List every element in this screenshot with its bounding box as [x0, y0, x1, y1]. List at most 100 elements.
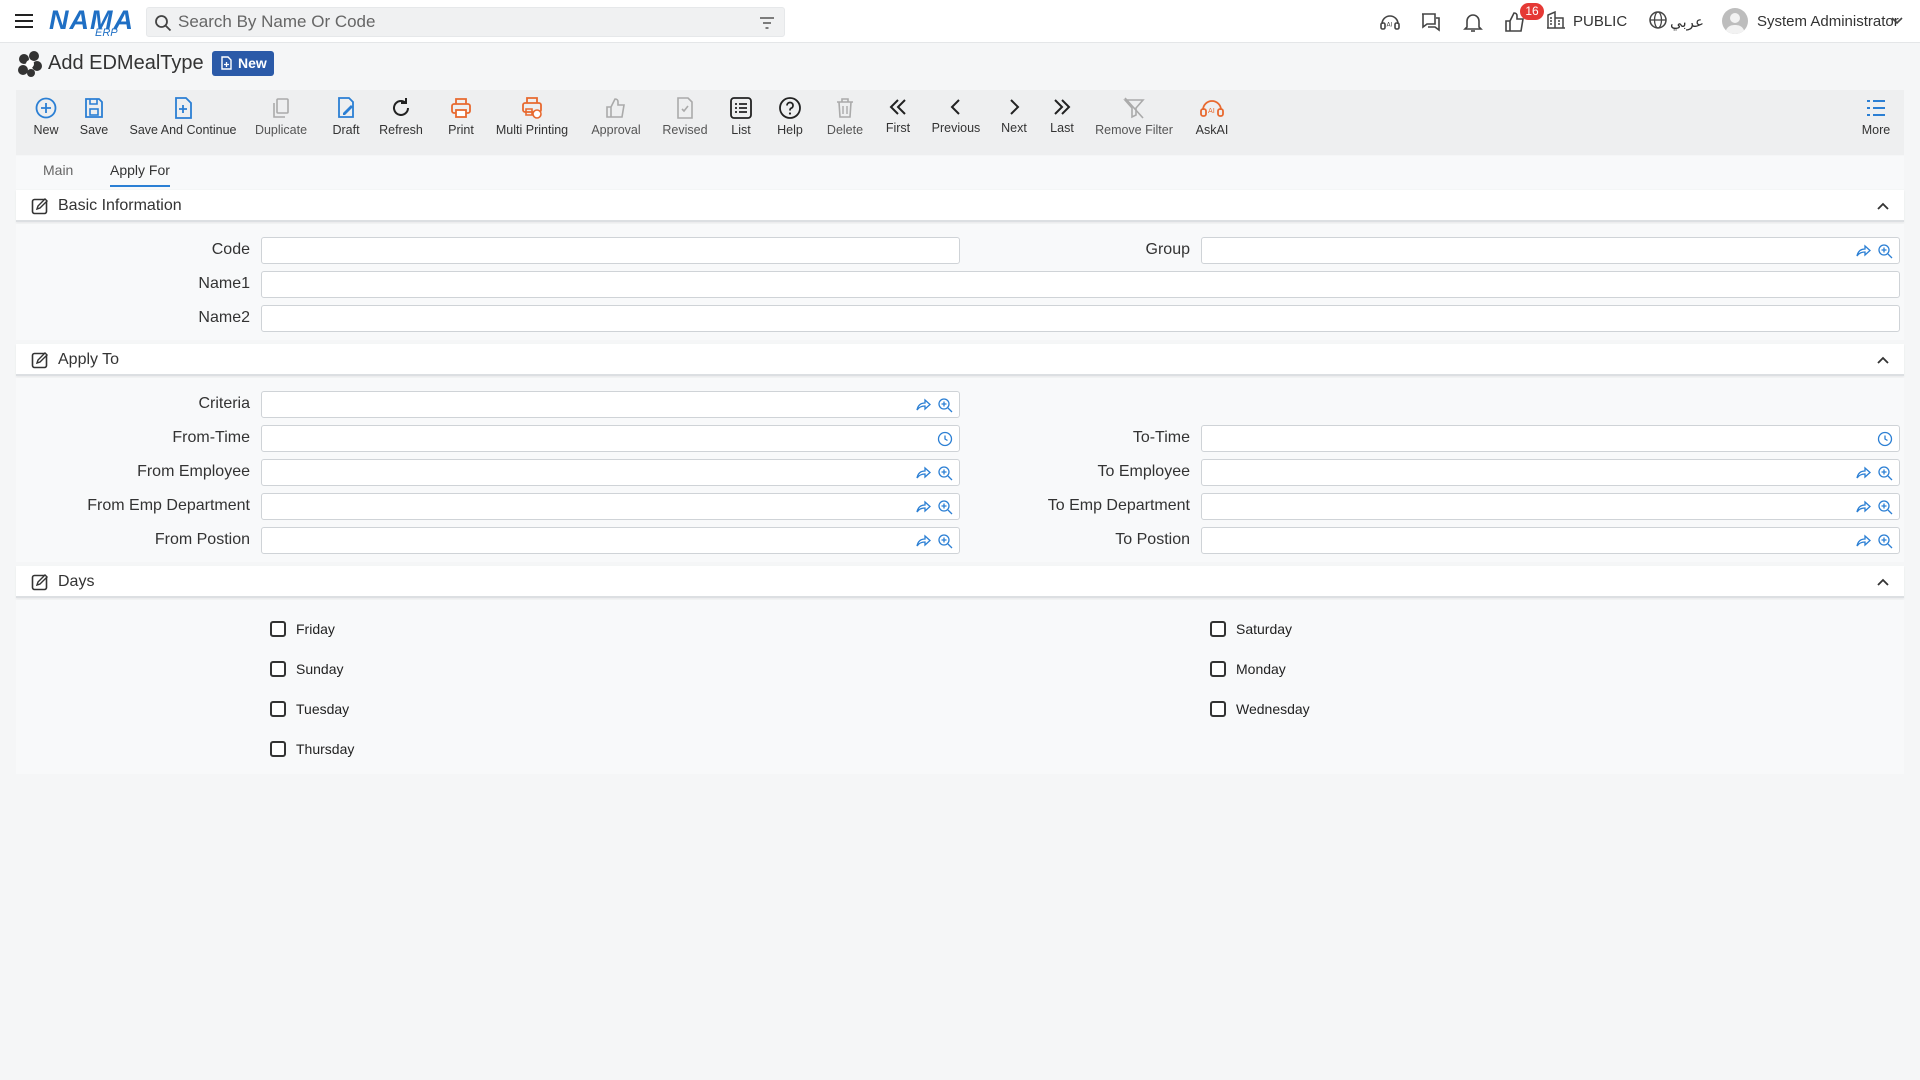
from-emp-department-input[interactable]: [268, 497, 905, 516]
checkbox-box[interactable]: [1210, 661, 1226, 677]
checkbox-box[interactable]: [1210, 701, 1226, 717]
multi-printing-button[interactable]: Multi Printing: [494, 96, 570, 150]
section-basic-information[interactable]: Basic Information: [16, 190, 1904, 222]
code-input[interactable]: [268, 241, 905, 260]
app-logo[interactable]: NAMA ERP: [49, 4, 134, 39]
section-apply-to[interactable]: Apply To: [16, 344, 1904, 376]
share-icon[interactable]: [1855, 533, 1871, 549]
company-name[interactable]: PUBLIC: [1573, 13, 1627, 30]
company-icon[interactable]: [1546, 10, 1570, 34]
duplicate-button[interactable]: Duplicate: [254, 96, 308, 150]
refresh-button[interactable]: Refresh: [378, 96, 424, 150]
new-button[interactable]: New: [28, 96, 64, 150]
revised-button[interactable]: Revised: [660, 96, 710, 150]
share-icon[interactable]: [915, 397, 931, 413]
previous-button[interactable]: Previous: [928, 96, 984, 150]
search-plus-icon[interactable]: [1877, 243, 1893, 259]
search-plus-icon[interactable]: [1877, 533, 1893, 549]
first-button[interactable]: First: [880, 96, 916, 150]
language-switch[interactable]: عربي: [1670, 13, 1704, 31]
clock-icon[interactable]: [937, 431, 953, 447]
save-button[interactable]: Save: [76, 96, 112, 150]
share-icon[interactable]: [915, 499, 931, 515]
tab-main[interactable]: Main: [43, 162, 73, 185]
remove-filter-button[interactable]: Remove Filter: [1094, 96, 1174, 150]
to-emp-department-input[interactable]: [1208, 497, 1845, 516]
section-days[interactable]: Days: [16, 566, 1904, 598]
avatar[interactable]: [1722, 8, 1748, 34]
duplicate-label: Duplicate: [254, 123, 308, 137]
from-position-input[interactable]: [268, 531, 905, 550]
filter-icon[interactable]: [758, 14, 776, 32]
from-time-input[interactable]: [268, 429, 905, 448]
checkbox-label: Saturday: [1236, 621, 1293, 637]
print-button[interactable]: Print: [443, 96, 479, 150]
checkbox-label: Sunday: [296, 661, 344, 677]
search-plus-icon[interactable]: [937, 397, 953, 413]
checkbox-saturday[interactable]: Saturday: [1210, 621, 1292, 637]
approval-button[interactable]: Approval: [588, 96, 644, 150]
remove-filter-icon: [1123, 97, 1145, 119]
more-button[interactable]: More: [1858, 96, 1894, 150]
search-plus-icon[interactable]: [1877, 499, 1893, 515]
share-icon[interactable]: [1855, 243, 1871, 259]
search-icon: [154, 14, 172, 32]
checkbox-box[interactable]: [270, 741, 286, 757]
help-button[interactable]: Help: [772, 96, 808, 150]
checkbox-monday[interactable]: Monday: [1210, 661, 1286, 677]
chevron-down-icon[interactable]: [1889, 13, 1913, 37]
share-icon[interactable]: [1855, 465, 1871, 481]
logo-main-text: NAMA: [49, 5, 134, 35]
search-plus-icon[interactable]: [937, 533, 953, 549]
last-button[interactable]: Last: [1044, 96, 1080, 150]
checkbox-box[interactable]: [270, 661, 286, 677]
checkbox-box[interactable]: [1210, 621, 1226, 637]
checkbox-wednesday[interactable]: Wednesday: [1210, 701, 1310, 717]
section-title: Basic Information: [58, 197, 182, 214]
section-title: Apply To: [58, 351, 120, 368]
tab-apply-for[interactable]: Apply For: [110, 162, 170, 187]
criteria-input[interactable]: [268, 395, 905, 414]
share-icon[interactable]: [915, 533, 931, 549]
chevron-up-icon[interactable]: [1876, 575, 1890, 589]
group-input[interactable]: [1208, 241, 1845, 260]
user-name[interactable]: System Administrator: [1757, 13, 1899, 30]
checkbox-box[interactable]: [270, 701, 286, 717]
ai-assistant-icon[interactable]: AI: [1378, 10, 1402, 34]
to-time-input[interactable]: [1208, 429, 1845, 448]
code-label: Code: [211, 241, 250, 258]
to-position-input[interactable]: [1208, 531, 1845, 550]
search-plus-icon[interactable]: [1877, 465, 1893, 481]
checkbox-label: Tuesday: [296, 701, 350, 717]
share-icon[interactable]: [915, 465, 931, 481]
share-icon[interactable]: [1855, 499, 1871, 515]
bell-icon[interactable]: [1461, 10, 1485, 34]
search-input[interactable]: [178, 11, 738, 33]
to-employee-input[interactable]: [1208, 463, 1845, 482]
name2-input[interactable]: [268, 309, 1845, 328]
chevron-up-icon[interactable]: [1876, 353, 1890, 367]
chevron-up-icon[interactable]: [1876, 199, 1890, 213]
globe-icon[interactable]: [1648, 10, 1672, 34]
toolbar: New Save Save And Continue Duplicate Dra…: [16, 90, 1904, 155]
next-button[interactable]: Next: [996, 96, 1032, 150]
from-employee-input[interactable]: [268, 463, 905, 482]
checkbox-friday[interactable]: Friday: [270, 621, 335, 637]
clock-icon[interactable]: [1877, 431, 1893, 447]
checkbox-box[interactable]: [270, 621, 286, 637]
refresh-icon: [393, 98, 409, 116]
search-plus-icon[interactable]: [937, 465, 953, 481]
checkbox-tuesday[interactable]: Tuesday: [270, 701, 349, 717]
list-button[interactable]: List: [726, 96, 756, 150]
save-and-continue-button[interactable]: Save And Continue: [128, 96, 238, 150]
search-plus-icon[interactable]: [937, 499, 953, 515]
askai-button[interactable]: AI AskAI: [1190, 96, 1234, 150]
status-badge-label: New: [238, 55, 267, 71]
delete-button[interactable]: Delete: [822, 96, 868, 150]
checkbox-thursday[interactable]: Thursday: [270, 741, 354, 757]
menu-icon[interactable]: [13, 10, 35, 32]
draft-button[interactable]: Draft: [328, 96, 364, 150]
name1-input[interactable]: [268, 275, 1845, 294]
checkbox-sunday[interactable]: Sunday: [270, 661, 343, 677]
chat-icon[interactable]: [1419, 10, 1443, 34]
